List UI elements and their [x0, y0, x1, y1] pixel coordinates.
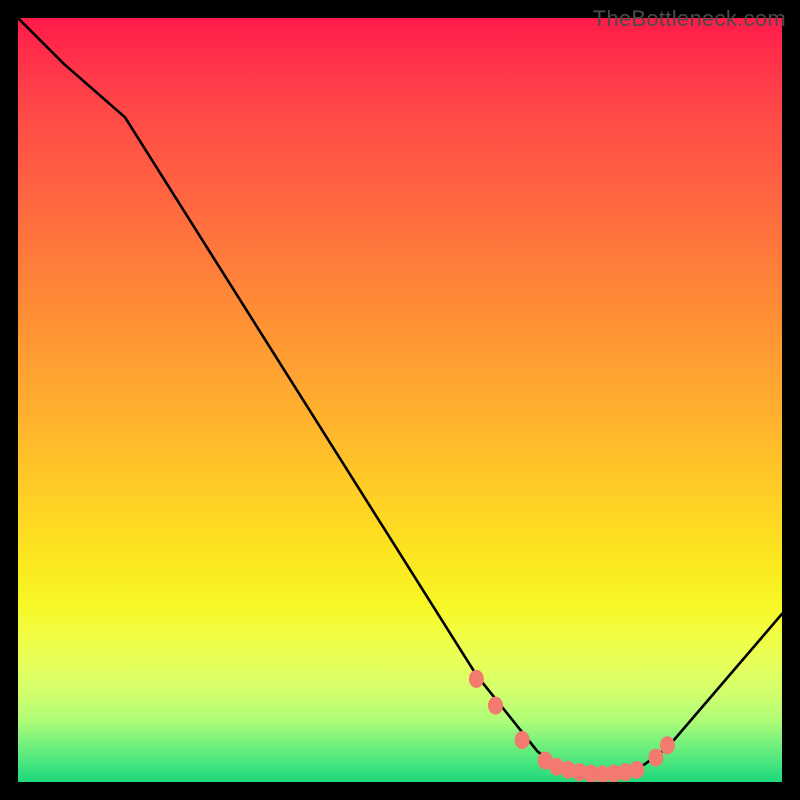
- curve-marker: [648, 749, 663, 767]
- chart-frame: TheBottleneck.com: [0, 0, 800, 800]
- watermark-text: TheBottleneck.com: [593, 6, 786, 32]
- curve-marker: [660, 736, 675, 754]
- curve-marker: [469, 670, 484, 688]
- curve-marker: [629, 761, 644, 779]
- bottleneck-curve: [18, 18, 782, 774]
- curve-layer: [18, 18, 782, 782]
- plot-border: [18, 18, 782, 782]
- curve-marker: [488, 697, 503, 715]
- plot-area: [18, 18, 782, 782]
- curve-marker: [515, 731, 530, 749]
